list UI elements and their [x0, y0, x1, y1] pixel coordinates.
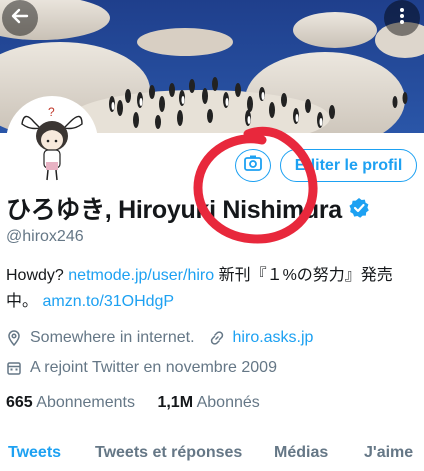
svg-text:?: ?	[48, 105, 55, 119]
back-button[interactable]	[2, 0, 38, 36]
followers-count: 1,1M	[157, 394, 194, 411]
location-pin-icon	[6, 330, 22, 346]
location-text: Somewhere in internet.	[30, 329, 195, 346]
joined-row: A rejoint Twitter en novembre 2009	[6, 359, 277, 377]
display-name-row: ひろゆき, Hiroyuki Nishimura	[6, 190, 370, 226]
follow-stats: 665 Abonnements 1,1M Abonnés	[6, 394, 260, 412]
more-options-button[interactable]	[384, 0, 420, 36]
following-label: Abonnements	[36, 394, 135, 411]
edit-profile-label: Éditer le profil	[294, 156, 403, 174]
followers-stat[interactable]: 1,1M Abonnés	[157, 394, 259, 411]
avatar[interactable]: ?	[6, 96, 98, 188]
followers-label: Abonnés	[196, 394, 260, 411]
bio-link-netmode[interactable]: netmode.jp/user/hiro	[68, 267, 214, 284]
change-photo-button[interactable]	[235, 149, 271, 182]
profile-tabs: Tweets Tweets et réponses Médias J'aime	[0, 444, 424, 471]
more-vertical-icon	[392, 6, 412, 31]
edit-profile-button[interactable]: Éditer le profil	[280, 149, 417, 182]
profile-bio: Howdy? netmode.jp/user/hiro 新刊『１%の努力』発売中…	[6, 263, 416, 315]
following-count: 665	[6, 394, 33, 411]
joined-text: A rejoint Twitter en novembre 2009	[30, 359, 277, 376]
following-stat[interactable]: 665 Abonnements	[6, 394, 135, 411]
camera-icon	[243, 154, 263, 177]
verified-badge-icon	[348, 197, 370, 219]
tab-tweets[interactable]: Tweets	[8, 444, 61, 462]
calendar-icon	[6, 360, 22, 376]
bio-link-amazon[interactable]: amzn.to/31OHdgP	[42, 293, 174, 310]
tab-tweets-and-replies[interactable]: Tweets et réponses	[95, 444, 242, 462]
arrow-left-icon	[10, 6, 30, 31]
user-handle: @hirox246	[6, 228, 84, 245]
location-row: Somewhere in internet. hiro.asks.jp	[6, 329, 313, 347]
display-name: ひろゆき, Hiroyuki Nishimura	[6, 196, 342, 224]
website-link[interactable]: hiro.asks.jp	[233, 329, 314, 347]
bio-intro: Howdy?	[6, 267, 64, 284]
tab-likes[interactable]: J'aime	[364, 444, 413, 462]
link-icon	[209, 330, 225, 346]
tab-media[interactable]: Médias	[274, 444, 328, 462]
